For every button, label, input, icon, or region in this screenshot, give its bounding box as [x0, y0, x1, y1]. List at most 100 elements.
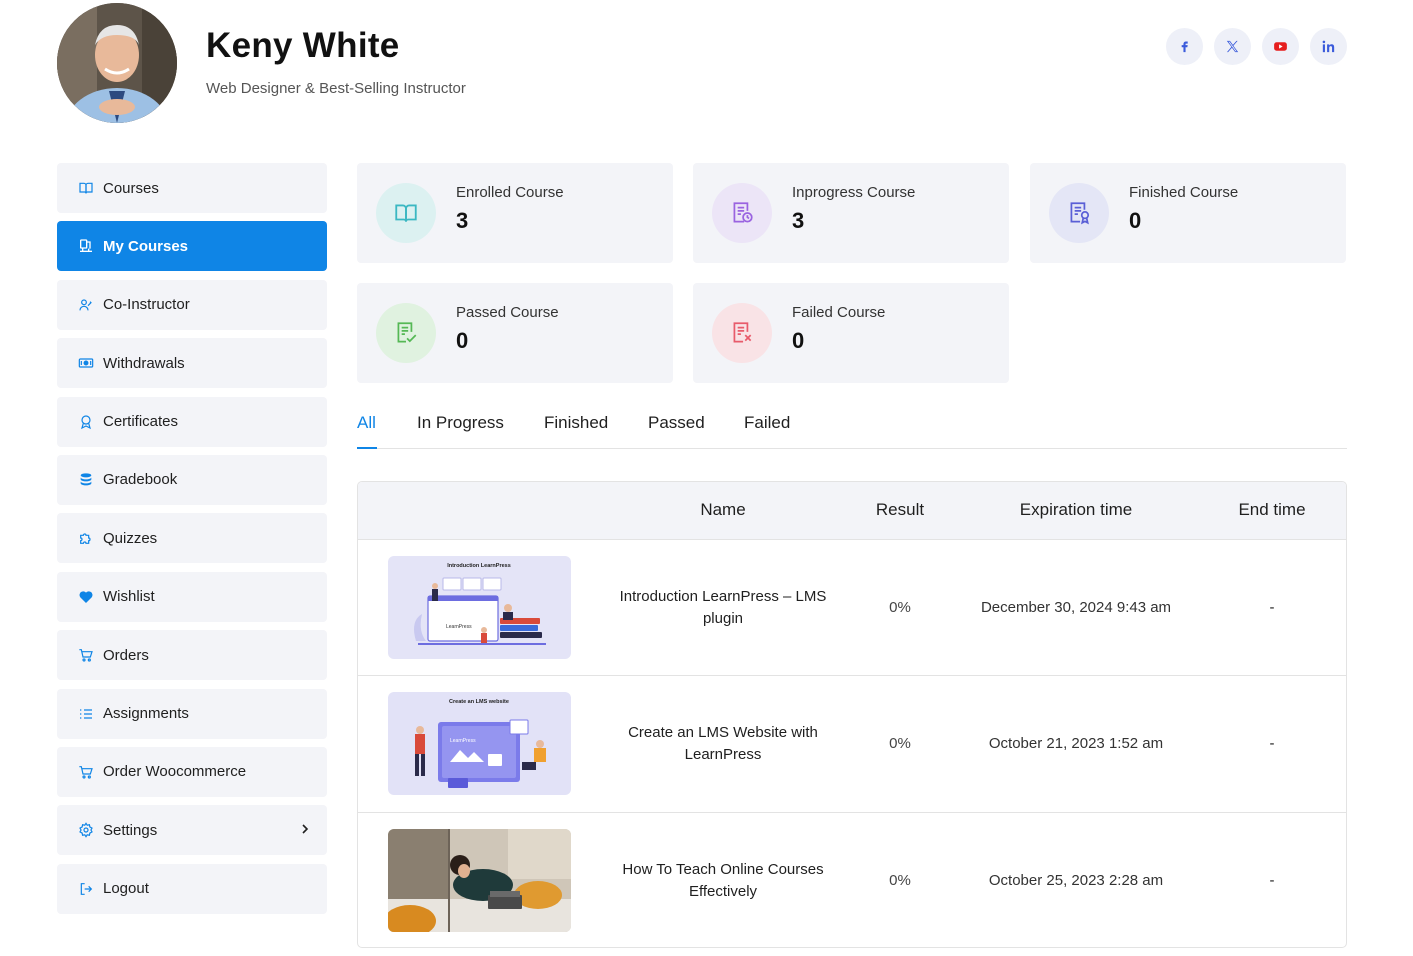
doc-clock-icon — [733, 202, 753, 223]
tab-failed[interactable]: Failed — [744, 413, 790, 433]
course-result: 0% — [889, 599, 911, 617]
youtube-link[interactable] — [1262, 28, 1299, 65]
stat-value: 3 — [456, 208, 469, 233]
sidebar-item-my-courses[interactable]: My Courses — [57, 221, 327, 272]
courses-table: Name Result Expiration time End time Int… — [357, 481, 1347, 948]
cart-icon — [77, 763, 95, 781]
thumbnail-brand: LearnPress — [450, 738, 476, 744]
social-links — [1166, 28, 1347, 65]
x-link[interactable] — [1214, 28, 1251, 65]
profile-name: Keny White — [206, 26, 400, 65]
sidebar-item-quizzes[interactable]: Quizzes — [57, 513, 327, 564]
linkedin-icon — [1322, 40, 1335, 53]
stat-icon-circle — [712, 303, 772, 363]
course-end-time: - — [1269, 599, 1275, 617]
thumbnail-title: Introduction LearnPress — [447, 563, 511, 569]
table-row: How To Teach Online Courses Effectively … — [358, 813, 1346, 947]
stat-label: Finished Course — [1129, 184, 1239, 201]
stat-label: Inprogress Course — [792, 184, 916, 201]
stat-card-inprogress: Inprogress Course 3 — [693, 163, 1009, 263]
column-header-name: Name — [700, 500, 746, 519]
chevron-right-icon — [302, 824, 309, 834]
stat-card-failed: Failed Course 0 — [693, 283, 1009, 383]
sidebar-item-label: My Courses — [103, 237, 189, 255]
open-book-icon — [395, 204, 417, 222]
tab-all[interactable]: All — [357, 413, 376, 433]
book-icon — [77, 179, 95, 197]
sidebar-item-label: Co-Instructor — [103, 296, 190, 314]
stat-label: Passed Course — [456, 304, 559, 321]
sidebar-item-withdrawals[interactable]: Withdrawals — [57, 338, 327, 389]
avatar — [57, 3, 177, 123]
stat-label: Failed Course — [792, 304, 886, 321]
column-header-expiration: Expiration time — [1019, 500, 1133, 519]
linkedin-link[interactable] — [1310, 28, 1347, 65]
course-filter-tabs: All In Progress Finished Passed Failed — [357, 405, 1347, 449]
tab-finished[interactable]: Finished — [544, 413, 608, 433]
course-expiration: October 25, 2023 2:28 am — [988, 871, 1164, 889]
youtube-icon — [1274, 42, 1287, 51]
column-header-result: Result — [875, 500, 925, 519]
list-icon — [77, 705, 95, 723]
course-name-link[interactable]: Create an LMS Website with LearnPress — [616, 676, 830, 811]
sidebar-item-co-instructor[interactable]: Co-Instructor — [57, 279, 327, 330]
stat-icon-circle — [712, 183, 772, 243]
thumbnail-title: Create an LMS website — [449, 699, 509, 705]
course-result: 0% — [889, 872, 911, 890]
course-thumbnail[interactable] — [388, 828, 571, 932]
stat-value: 0 — [1129, 208, 1142, 233]
column-header-end: End time — [1238, 500, 1306, 519]
stat-label: Enrolled Course — [456, 184, 564, 201]
stat-value: 3 — [792, 208, 805, 233]
stat-icon-circle — [1049, 183, 1109, 243]
money-icon — [77, 354, 95, 372]
course-thumbnail[interactable]: Create an LMS website LearnPress — [388, 692, 571, 796]
sidebar-item-orders[interactable]: Orders — [57, 630, 327, 681]
award-icon — [77, 413, 95, 431]
sidebar-item-courses[interactable]: Courses — [57, 163, 327, 213]
sidebar-item-label: Logout — [103, 880, 149, 898]
course-result: 0% — [889, 735, 911, 753]
sidebar-nav: Courses My Courses Co-Instructor Withdra… — [57, 163, 327, 922]
cart-icon — [77, 646, 95, 664]
heart-icon — [77, 588, 95, 606]
puzzle-icon — [77, 529, 95, 547]
sidebar-item-label: Wishlist — [103, 588, 155, 606]
users-icon — [77, 296, 95, 314]
logout-icon — [77, 880, 95, 898]
sidebar-item-assignments[interactable]: Assignments — [57, 688, 327, 739]
sidebar-item-label: Gradebook — [103, 471, 178, 489]
course-end-time: - — [1269, 872, 1275, 890]
course-name-link[interactable]: How To Teach Online Courses Effectively — [616, 813, 830, 947]
stat-value: 0 — [792, 328, 805, 353]
course-thumbnail[interactable]: Introduction LearnPress LearnPress — [388, 556, 571, 659]
tab-in-progress[interactable]: In Progress — [417, 413, 504, 433]
course-end-time: - — [1269, 735, 1275, 753]
sidebar-item-wishlist[interactable]: Wishlist — [57, 571, 327, 622]
profile-role: Web Designer & Best-Selling Instructor — [206, 80, 466, 97]
stat-card-finished: Finished Course 0 — [1030, 163, 1346, 263]
table-row: Introduction LearnPress LearnPress Intro… — [358, 540, 1346, 677]
course-expiration: October 21, 2023 1:52 am — [988, 734, 1164, 752]
sidebar-item-label: Certificates — [103, 413, 179, 431]
my-courses-icon — [77, 237, 95, 255]
sidebar-item-label: Withdrawals — [103, 354, 185, 372]
sidebar-item-order-woocommerce[interactable]: Order Woocommerce — [57, 746, 327, 797]
sidebar-item-logout[interactable]: Logout — [57, 863, 327, 914]
sidebar-item-certificates[interactable]: Certificates — [57, 396, 327, 447]
course-name-link[interactable]: Introduction LearnPress – LMS plugin — [616, 540, 830, 675]
stat-value: 0 — [456, 328, 469, 353]
database-icon — [77, 471, 95, 489]
table-header: Name Result Expiration time End time — [358, 482, 1346, 540]
sidebar-item-label: Courses — [103, 179, 159, 197]
sidebar-item-label: Orders — [103, 646, 149, 664]
tab-passed[interactable]: Passed — [648, 413, 705, 433]
sidebar-item-gradebook[interactable]: Gradebook — [57, 454, 327, 505]
sidebar-item-label: Settings — [103, 821, 158, 839]
stat-card-enrolled: Enrolled Course 3 — [357, 163, 673, 263]
facebook-link[interactable] — [1166, 28, 1203, 65]
thumbnail-brand: LearnPress — [446, 624, 472, 630]
sidebar-item-settings[interactable]: Settings — [57, 805, 327, 856]
sidebar-item-label: Order Woocommerce — [103, 763, 247, 781]
course-expiration: December 30, 2024 9:43 am — [980, 598, 1172, 616]
